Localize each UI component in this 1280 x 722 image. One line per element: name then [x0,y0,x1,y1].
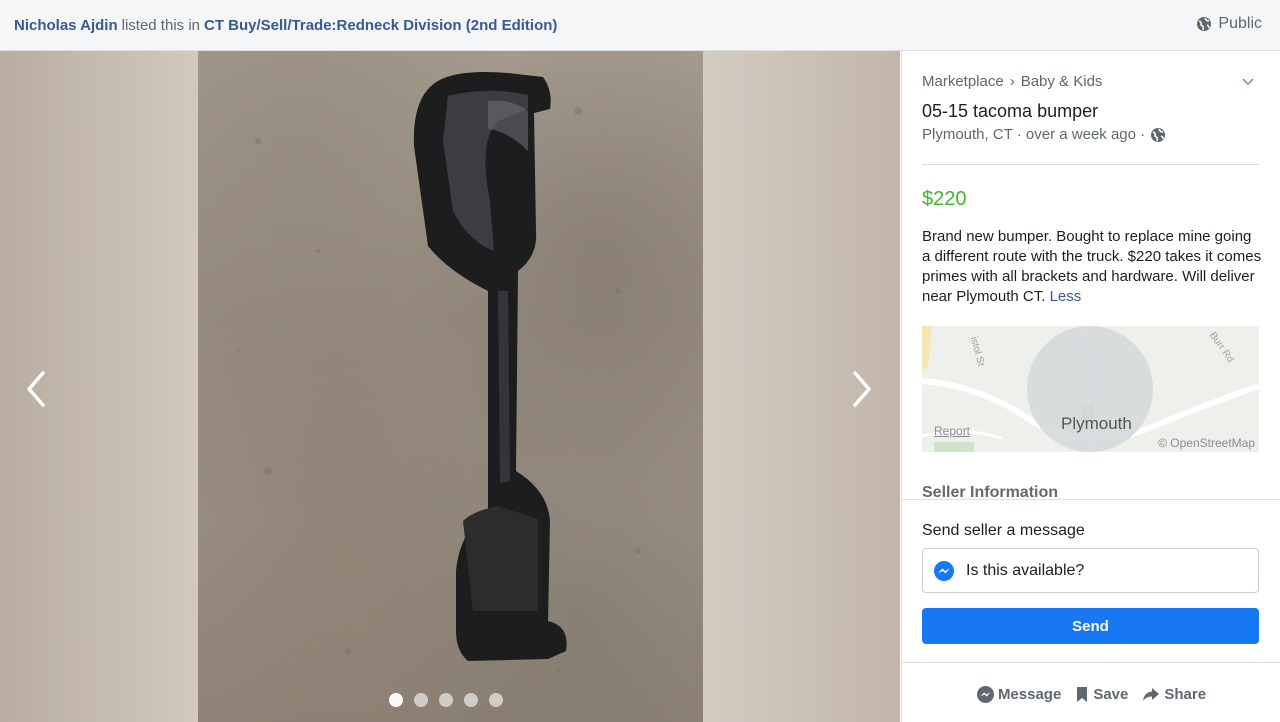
map-place-label: Plymouth [1061,414,1132,433]
send-button[interactable]: Send [922,608,1259,644]
save-button-label: Save [1093,686,1129,703]
less-link[interactable]: Less [1050,288,1082,305]
chevron-down-icon [1242,78,1254,86]
photo-dot-2[interactable] [414,693,428,707]
group-name-link[interactable]: CT Buy/Sell/Trade:Redneck Division (2nd … [204,17,557,34]
breadcrumb-separator: › [1009,73,1015,90]
post-header: Nicholas Ajdin listed this in CT Buy/Sel… [0,0,1280,51]
breadcrumb-category[interactable]: Baby & Kids [1021,73,1103,90]
description-text: Brand new bumper. Bought to replace mine… [922,228,1262,305]
message-input[interactable]: Is this available? [922,548,1259,593]
share-button-label: Share [1164,686,1207,703]
photo-dot-1[interactable] [389,693,403,707]
message-panel: Send seller a message Is this available?… [902,499,1280,663]
chevron-left-icon [27,371,45,407]
action-footer: Message Save Share [902,662,1280,722]
photo-pagination [389,693,503,707]
bumper-image [236,72,641,673]
share-button[interactable]: Share [1140,682,1208,707]
breadcrumb: Marketplace › Baby & Kids [922,73,1102,90]
photo-dot-3[interactable] [439,693,453,707]
options-dropdown-button[interactable] [1242,73,1254,91]
messenger-icon [976,686,994,703]
message-button-label: Message [997,686,1062,703]
visibility-label: Public [1218,15,1262,32]
message-button[interactable]: Message [975,682,1063,707]
send-message-label: Send seller a message [922,522,1085,539]
listing-photo[interactable] [198,51,703,722]
photo-dot-4[interactable] [464,693,478,707]
location-time: Plymouth, CT · over a week ago · [922,126,1146,143]
listing-price: $220 [922,188,967,210]
poster-name-link[interactable]: Nicholas Ajdin [14,17,118,34]
next-photo-button[interactable] [843,369,883,409]
map-attribution[interactable]: © OpenStreetMap [1158,436,1255,450]
photo-dot-5[interactable] [489,693,503,707]
listing-description: Brand new bumper. Bought to replace mine… [922,227,1262,307]
listing-title: 05-15 tacoma bumper [922,101,1099,121]
chevron-right-icon [853,371,871,407]
previous-photo-button[interactable] [15,369,55,409]
breadcrumb-marketplace[interactable]: Marketplace [922,73,1004,90]
photo-viewer[interactable] [0,51,900,722]
bookmark-icon [1077,687,1088,702]
listing-sidebar: Marketplace › Baby & Kids 05-15 tacoma b… [901,51,1280,722]
listing-meta: Plymouth, CT · over a week ago · [922,126,1166,143]
map-report-link[interactable]: Report [934,424,970,438]
visibility-indicator: Public [1196,15,1262,33]
listed-in-text: listed this in [121,16,200,34]
messenger-icon [934,560,954,581]
divider [922,164,1259,165]
message-input-value: Is this available? [966,561,1085,579]
globe-icon [1197,17,1212,31]
globe-icon [1151,127,1166,142]
location-map[interactable]: istol St Burr Rd Plymouth Report © OpenS… [922,326,1259,452]
share-icon [1143,687,1160,701]
save-button[interactable]: Save [1073,682,1130,707]
